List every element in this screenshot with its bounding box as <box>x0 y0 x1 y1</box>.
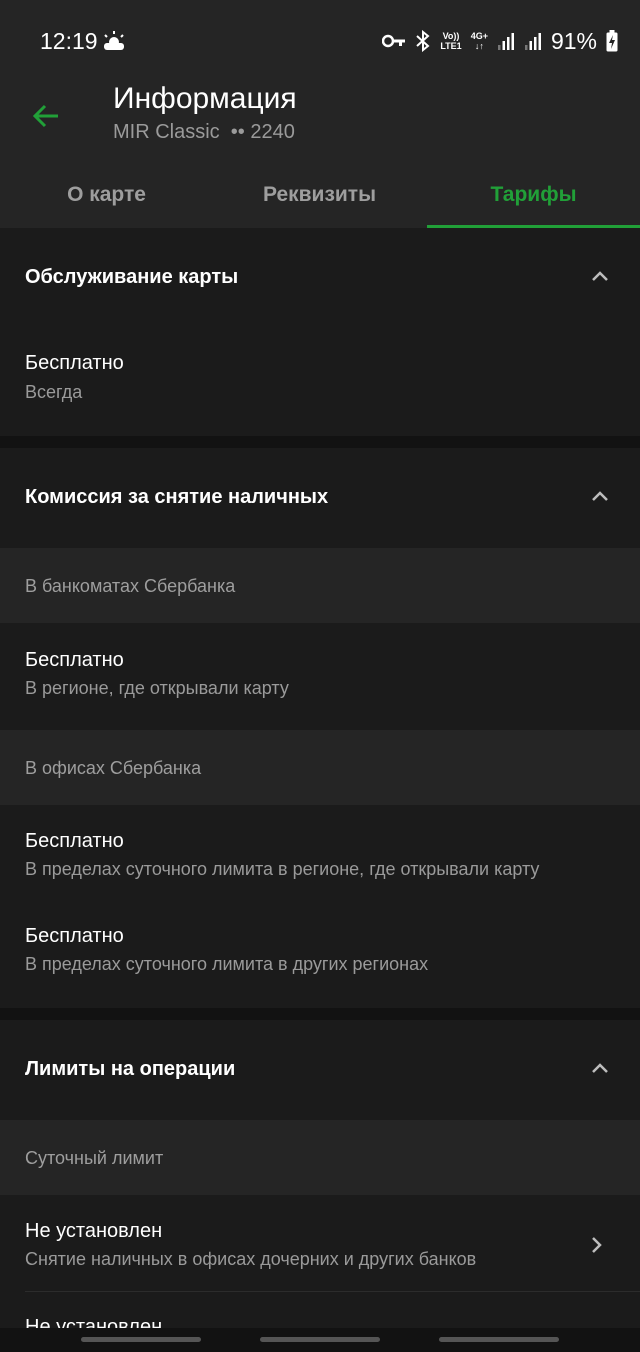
item-title: Не установлен <box>25 1316 163 1328</box>
section-gap <box>0 436 640 448</box>
subsection-header: Суточный лимит <box>0 1120 640 1195</box>
item-title: Не установлен <box>25 1220 163 1242</box>
item-subtitle: Снятие наличных в офисах дочерних и друг… <box>25 1249 477 1269</box>
system-nav-bar <box>0 1328 640 1352</box>
chevron-up-icon <box>592 1063 608 1073</box>
subsection-title: В банкоматах Сбербанка <box>25 576 236 596</box>
item-title: Бесплатно <box>25 352 124 374</box>
battery-percent: 91% <box>550 27 597 54</box>
list-item: Бесплатно В пределах суточного лимита в … <box>0 805 640 900</box>
tab-bar: О карте Реквизиты Тарифы <box>0 162 640 228</box>
list-item-limit[interactable]: Не установлен <box>0 1292 640 1328</box>
signal-icon <box>497 33 514 50</box>
list-item: Бесплатно В регионе, где открывали карту <box>0 623 640 730</box>
page-title: Информация <box>113 82 297 115</box>
tab-requisites[interactable]: Реквизиты <box>213 162 426 228</box>
list-item-limit[interactable]: Не установлен Снятие наличных в офисах д… <box>0 1195 640 1291</box>
back-button[interactable] <box>24 94 68 138</box>
chevron-up-icon <box>592 271 608 281</box>
section-card-cash: Комиссия за снятие наличных В банкоматах… <box>0 448 640 1008</box>
status-bar: 12:19 Vo)) LTE1 4G+ ↓↑ 91% <box>0 0 640 80</box>
subsection-header: В банкоматах Сбербанка <box>0 548 640 623</box>
item-subtitle: В пределах суточного лимита в регионе, г… <box>25 859 540 879</box>
card-subtitle: MIR Classic •• 2240 <box>113 121 295 143</box>
network-type-indicator: 4G+ ↓↑ <box>470 31 488 51</box>
subsection-title: Суточный лимит <box>25 1148 164 1168</box>
section-title: Комиссия за снятие наличных <box>25 486 329 508</box>
clock: 12:19 <box>40 28 98 54</box>
section-title: Лимиты на операции <box>25 1058 236 1080</box>
list-item: Бесплатно Всегда <box>0 328 640 436</box>
nav-home-button[interactable] <box>260 1337 380 1342</box>
subsection-header: В офисах Сбербанка <box>0 730 640 805</box>
arrow-left-icon <box>32 104 58 128</box>
chevron-up-icon <box>592 491 608 501</box>
section-card-service: Обслуживание карты Бесплатно Всегда <box>0 228 640 436</box>
nav-recent-button[interactable] <box>81 1337 201 1342</box>
tariffs-content[interactable]: Обслуживание карты Бесплатно Всегда Коми… <box>0 228 640 1328</box>
section-header-service[interactable]: Обслуживание карты <box>0 228 640 328</box>
subsection-title: В офисах Сбербанка <box>25 758 202 778</box>
partly-cloudy-icon <box>104 31 124 50</box>
battery-charging-icon <box>606 30 618 52</box>
item-title: Бесплатно <box>25 830 124 852</box>
list-item: Бесплатно В пределах суточного лимита в … <box>0 900 640 1008</box>
item-subtitle: В регионе, где открывали карту <box>25 678 289 698</box>
vpn-key-icon <box>382 34 406 48</box>
section-title: Обслуживание карты <box>25 266 239 288</box>
section-card-limits: Лимиты на операции Суточный лимит Не уст… <box>0 1020 640 1328</box>
item-subtitle: Всегда <box>25 382 83 402</box>
tab-tariffs[interactable]: Тарифы <box>427 162 640 228</box>
item-title: Бесплатно <box>25 925 124 947</box>
section-header-limits[interactable]: Лимиты на операции <box>0 1020 640 1120</box>
signal-icon-2 <box>524 33 541 50</box>
header: Информация MIR Classic •• 2240 О карте Р… <box>0 80 640 228</box>
volte-indicator: Vo)) LTE1 <box>440 31 462 51</box>
tab-about-card[interactable]: О карте <box>0 162 213 228</box>
chevron-right-icon <box>592 1237 602 1253</box>
item-title: Бесплатно <box>25 649 124 671</box>
bluetooth-icon <box>416 30 430 52</box>
section-header-cash[interactable]: Комиссия за снятие наличных <box>0 448 640 548</box>
nav-back-button[interactable] <box>439 1337 559 1342</box>
item-subtitle: В пределах суточного лимита в других рег… <box>25 954 429 974</box>
section-gap <box>0 1008 640 1020</box>
